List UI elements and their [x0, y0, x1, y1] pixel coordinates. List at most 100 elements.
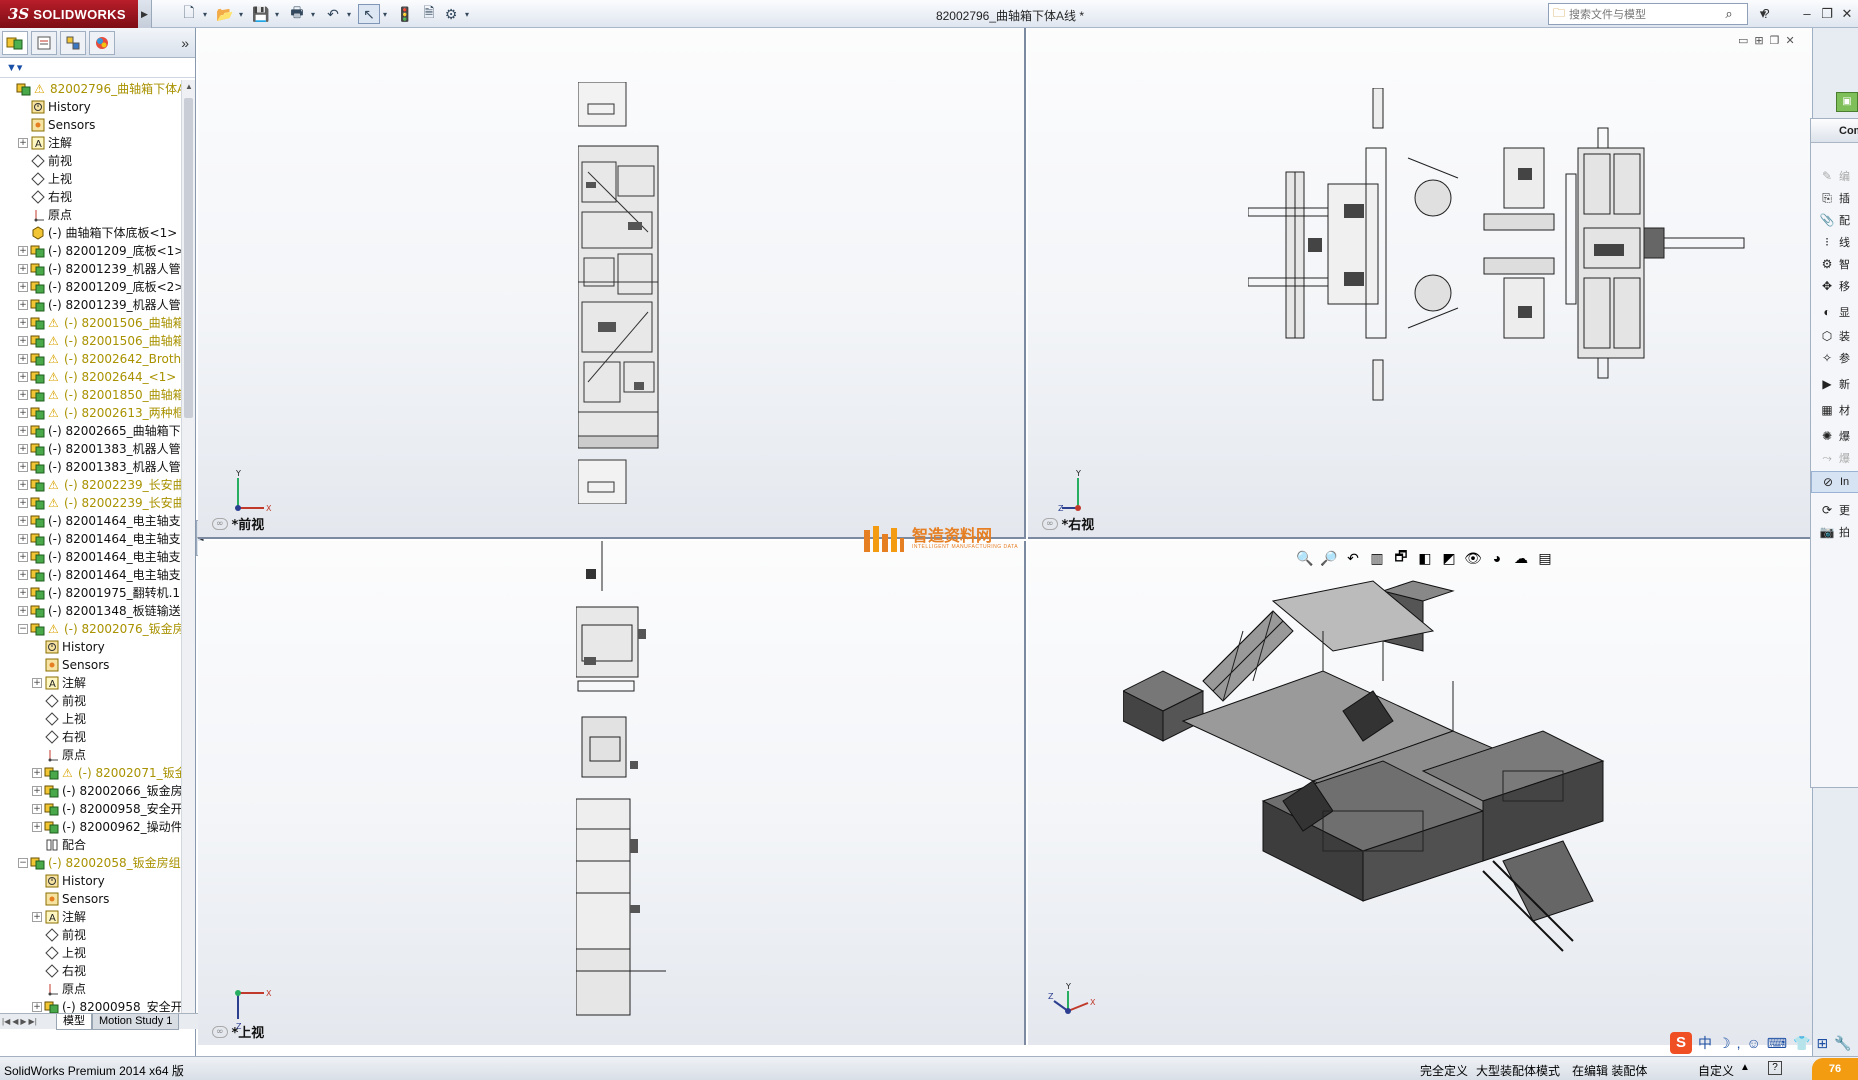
- scrollbar-thumb[interactable]: [184, 98, 193, 418]
- command-item[interactable]: ⚙ 智: [1811, 253, 1858, 275]
- filter-icon[interactable]: ▼▾: [6, 61, 22, 74]
- search-input[interactable]: [1569, 7, 1719, 21]
- expand-icon[interactable]: +: [32, 768, 42, 778]
- expand-icon[interactable]: +: [18, 426, 28, 436]
- tab-navigation[interactable]: |◀ ◀ ▶ ▶|: [0, 1017, 56, 1026]
- moon-icon[interactable]: ☽: [1718, 1035, 1731, 1052]
- last-tab-icon[interactable]: ▶|: [29, 1017, 37, 1026]
- solidworks-logo[interactable]: 3S SOLIDWORKS: [0, 0, 138, 28]
- undo-icon[interactable]: ↶: [322, 4, 344, 24]
- expand-icon[interactable]: +: [18, 282, 28, 292]
- viewport-isometric[interactable]: Y X Z: [1028, 541, 1812, 1045]
- tree-item[interactable]: + ⚠ (-) 82001850_曲轴箱下: [0, 386, 182, 404]
- task-pane-resources-icon[interactable]: ▣: [1836, 92, 1858, 112]
- select-dropdown-icon[interactable]: ▾: [380, 4, 390, 24]
- scroll-up-icon[interactable]: ▲: [182, 80, 196, 94]
- collapse-icon[interactable]: −: [18, 624, 28, 634]
- expand-icon[interactable]: +: [18, 246, 28, 256]
- search-icon[interactable]: ⌕: [1719, 6, 1739, 22]
- command-item[interactable]: ◐ 显: [1811, 301, 1858, 323]
- tree-item[interactable]: ⚠ 82002796_曲轴箱下体A线: [0, 80, 182, 98]
- viewport-restore-icon[interactable]: ❐: [1770, 34, 1780, 47]
- prev-tab-icon[interactable]: ◀: [12, 1017, 18, 1026]
- link-views-icon[interactable]: ∞: [1042, 517, 1058, 530]
- tree-item[interactable]: − (-) 82002058_钣金房组: [0, 854, 182, 872]
- tree-item[interactable]: + (-) 82001464_电主轴支架: [0, 530, 182, 548]
- expand-icon[interactable]: +: [32, 786, 42, 796]
- command-item[interactable]: ⟳ 更: [1811, 499, 1858, 521]
- tree-item[interactable]: History: [0, 872, 182, 890]
- viewport-right[interactable]: Y Z ∞ *右视: [1028, 28, 1812, 539]
- viewport-front[interactable]: Y X ∞ *前视: [198, 28, 1026, 539]
- tree-item[interactable]: + (-) 82001209_底板<2> (默: [0, 278, 182, 296]
- open-dropdown-icon[interactable]: ▾: [236, 4, 246, 24]
- select-icon[interactable]: ↖: [358, 4, 380, 24]
- keyboard-icon[interactable]: ⌨: [1767, 1035, 1787, 1052]
- expand-icon[interactable]: +: [18, 552, 28, 562]
- options-icon[interactable]: ⚙: [440, 4, 462, 24]
- tree-item[interactable]: + (-) 82000962_操动件<: [0, 818, 182, 836]
- tree-item[interactable]: + (-) 82001464_电主轴支架: [0, 512, 182, 530]
- tree-item[interactable]: Sensors: [0, 890, 182, 908]
- tree-item[interactable]: 上视: [0, 944, 182, 962]
- tree-item[interactable]: + (-) 82001209_底板<1> (默: [0, 242, 182, 260]
- tree-item[interactable]: + ⚠ (-) 82001506_曲轴箱双: [0, 314, 182, 332]
- expand-icon[interactable]: +: [18, 498, 28, 508]
- command-item[interactable]: ⁝ 线: [1811, 231, 1858, 253]
- expand-icon[interactable]: +: [18, 534, 28, 544]
- zoom-to-area-icon[interactable]: 🔎: [1320, 550, 1338, 567]
- tree-item[interactable]: 前视: [0, 692, 182, 710]
- command-item[interactable]: ✺ 爆: [1811, 425, 1858, 447]
- command-item[interactable]: ⤳ 爆: [1811, 447, 1858, 469]
- tree-item[interactable]: + (-) 82001239_机器人管线: [0, 260, 182, 278]
- previous-view-icon[interactable]: ↶: [1344, 550, 1362, 567]
- command-item[interactable]: ⊘ In: [1811, 471, 1858, 493]
- command-item[interactable]: ✥ 移: [1811, 275, 1858, 297]
- punctuation-icon[interactable]: ,: [1737, 1035, 1741, 1051]
- command-item[interactable]: 📎 配: [1811, 209, 1858, 231]
- expand-icon[interactable]: +: [18, 264, 28, 274]
- expand-icon[interactable]: +: [18, 462, 28, 472]
- tree-item[interactable]: 原点: [0, 746, 182, 764]
- save-icon[interactable]: 💾: [250, 4, 272, 24]
- link-views-icon[interactable]: ∞: [212, 517, 228, 530]
- command-item[interactable]: ✧ 参: [1811, 347, 1858, 369]
- expand-icon[interactable]: +: [18, 336, 28, 346]
- tree-item[interactable]: + (-) 82001975_翻转机.1<1: [0, 584, 182, 602]
- tree-item[interactable]: + A 注解: [0, 908, 182, 926]
- tree-item[interactable]: + (-) 82001464_电主轴支架: [0, 548, 182, 566]
- tree-item[interactable]: + ⚠ (-) 82002239_长安曲轴: [0, 494, 182, 512]
- command-item[interactable]: ✎ 编: [1811, 165, 1858, 187]
- tree-item[interactable]: 上视: [0, 170, 182, 188]
- viewport-tile-icon[interactable]: ⊞: [1754, 34, 1763, 47]
- new-icon[interactable]: 🗋: [178, 4, 200, 24]
- sogou-logo[interactable]: S: [1670, 1032, 1692, 1054]
- display-manager-tab[interactable]: [89, 30, 115, 55]
- command-item[interactable]: ⬡ 装: [1811, 325, 1858, 347]
- tree-item[interactable]: + ⚠ (-) 82002644_<1> (默: [0, 368, 182, 386]
- tree-item[interactable]: (-) 曲轴箱下体底板<1> (默: [0, 224, 182, 242]
- options-dropdown-icon[interactable]: ▾: [462, 4, 472, 24]
- tree-item[interactable]: + ⚠ (-) 82002613_两种框架: [0, 404, 182, 422]
- rebuild-icon[interactable]: 🚦: [394, 4, 416, 24]
- tree-item[interactable]: 原点: [0, 980, 182, 998]
- tree-item[interactable]: + ⚠ (-) 82002071_钣金: [0, 764, 182, 782]
- tree-item[interactable]: + (-) 82002665_曲轴箱下体: [0, 422, 182, 440]
- expand-icon[interactable]: +: [18, 138, 28, 148]
- tree-item[interactable]: Sensors: [0, 656, 182, 674]
- tree-item[interactable]: + (-) 82001464_电主轴支架: [0, 566, 182, 584]
- save-dropdown-icon[interactable]: ▾: [272, 4, 282, 24]
- new-dropdown-icon[interactable]: ▾: [200, 4, 210, 24]
- edit-appearance-icon[interactable]: ◕: [1488, 550, 1506, 566]
- tab-model[interactable]: 模型: [56, 1013, 92, 1030]
- file-properties-icon[interactable]: 🗎: [418, 4, 440, 24]
- tree-item[interactable]: − ⚠ (-) 82002076_钣金房组: [0, 620, 182, 638]
- tree-item[interactable]: 上视: [0, 710, 182, 728]
- expand-icon[interactable]: +: [18, 516, 28, 526]
- tree-item[interactable]: + (-) 82001239_机器人管线: [0, 296, 182, 314]
- expand-icon[interactable]: +: [18, 606, 28, 616]
- next-tab-icon[interactable]: ▶: [20, 1017, 26, 1026]
- viewport-top[interactable]: X Z ∞ *上视: [198, 541, 1026, 1045]
- units-dropdown-icon[interactable]: ▲: [1740, 1062, 1750, 1073]
- ime-mode[interactable]: 中: [1698, 1033, 1712, 1053]
